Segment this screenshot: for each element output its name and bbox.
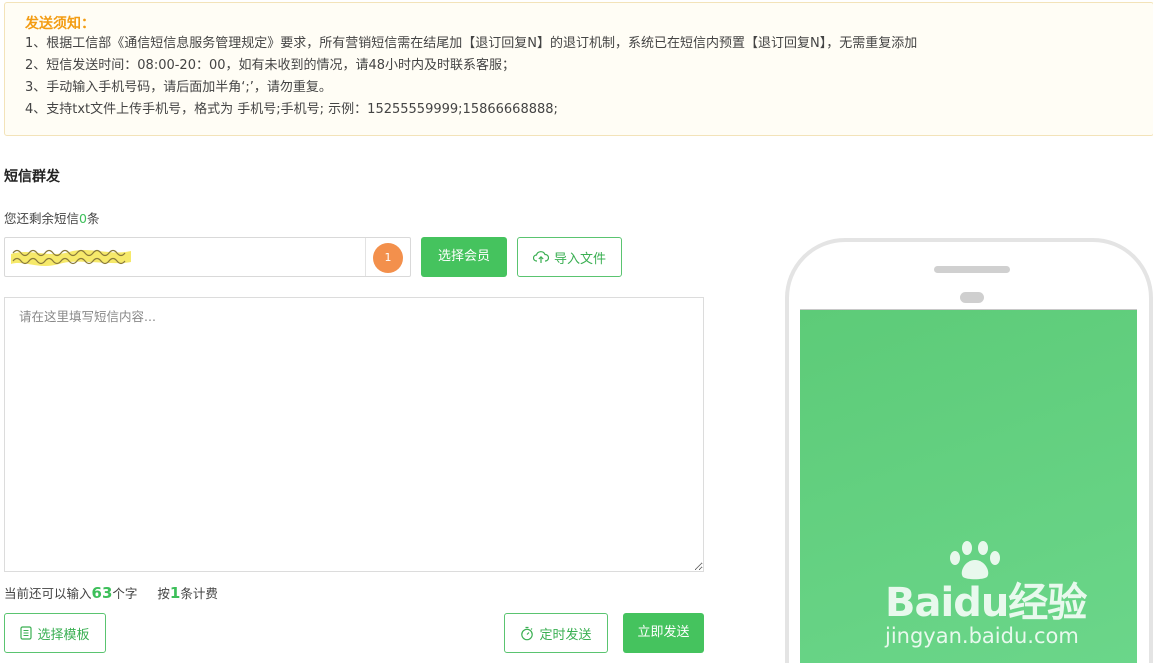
input-divider [365, 238, 366, 276]
import-file-button[interactable]: 导入文件 [517, 237, 622, 277]
notice-line-4: 4、支持txt文件上传手机号，格式为 手机号;手机号; 示例：152555599… [25, 102, 558, 117]
phone-preview: Baidu经验 jingyan.baidu.com [785, 238, 1153, 663]
stopwatch-icon [521, 626, 534, 640]
notice-line-1: 1、根据工信部《通信短信息服务管理规定》要求，所有营销短信需在结尾加【退订回复N… [25, 36, 918, 51]
counter-prefix: 当前还可以输入 [4, 586, 92, 601]
send-notice-panel: 发送须知： 1、根据工信部《通信短信息服务管理规定》要求，所有营销短信需在结尾加… [4, 2, 1153, 136]
import-file-label: 导入文件 [553, 251, 606, 267]
baidu-watermark: Baidu经验 jingyan.baidu.com [885, 540, 1095, 650]
remaining-prefix: 您还剩余短信 [4, 211, 80, 226]
timed-send-button[interactable]: 定时发送 [504, 613, 608, 653]
phone-screen: Baidu经验 jingyan.baidu.com [800, 309, 1137, 663]
watermark-url: jingyan.baidu.com [885, 624, 1079, 648]
watermark-brand: Baidu经验 [885, 580, 1087, 626]
chars-suffix: 个字 [112, 586, 138, 601]
sms-content-textarea[interactable] [4, 297, 704, 572]
char-counter: 当前还可以输入63个字 按1条计费 [4, 583, 218, 602]
choose-member-button[interactable]: 选择会员 [421, 237, 507, 277]
document-icon [20, 626, 33, 640]
bill-count: 1 [169, 584, 181, 602]
send-now-button[interactable]: 立即发送 [623, 613, 704, 653]
cloud-upload-icon [532, 251, 549, 263]
recipient-count-badge: 1 [373, 243, 403, 273]
notice-line-2: 2、短信发送时间：08:00-20：00，如有未收到的情况，请48小时内及时联系… [25, 58, 516, 73]
notice-line-3: 3、手动输入手机号码，请后面加半角‘;’，请勿重复。 [25, 80, 332, 95]
remaining-sms-text: 您还剩余短信0条 [4, 208, 99, 227]
timed-send-label: 定时发送 [539, 627, 592, 643]
bill-prefix: 按 [157, 586, 170, 601]
bill-suffix: 条计费 [180, 586, 218, 601]
phone-speaker [934, 266, 1010, 273]
phone-numbers-input[interactable]: 1 [4, 237, 411, 277]
remaining-count: 0 [79, 211, 87, 226]
phone-camera [960, 292, 984, 303]
choose-template-button[interactable]: 选择模板 [4, 613, 106, 653]
remaining-suffix: 条 [86, 211, 100, 226]
notice-title: 发送须知： [25, 16, 95, 32]
chars-left: 63 [91, 584, 113, 602]
redacted-scribble [11, 249, 131, 266]
section-title: 短信群发 [4, 169, 60, 185]
choose-template-label: 选择模板 [37, 627, 90, 643]
